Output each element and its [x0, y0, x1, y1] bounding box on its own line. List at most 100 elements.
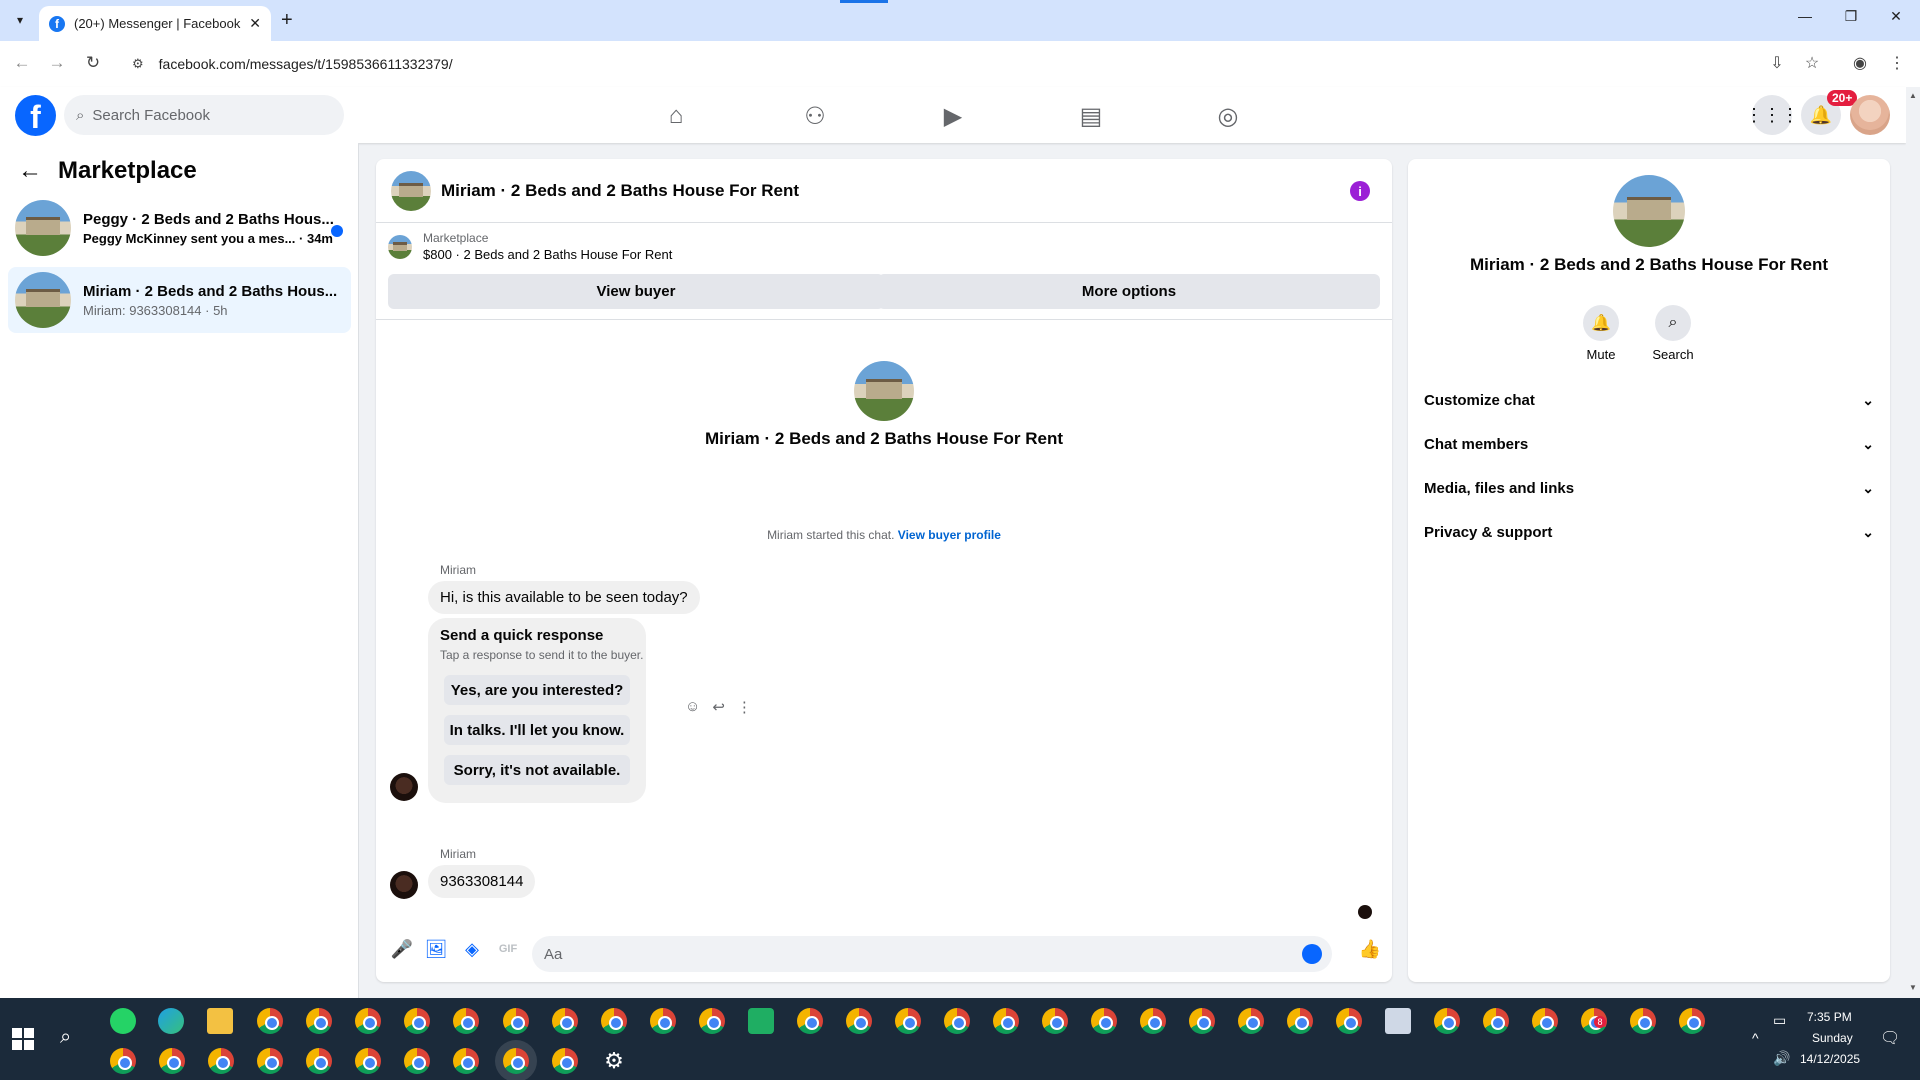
- chat-title[interactable]: Miriam · 2 Beds and 2 Baths House For Re…: [441, 181, 799, 201]
- conversation-item-peggy[interactable]: Peggy · 2 Beds and 2 Baths Hous... Peggy…: [8, 195, 351, 261]
- chrome-icon[interactable]: [601, 1008, 627, 1034]
- clock-day[interactable]: Sunday: [1812, 1031, 1853, 1045]
- wechat-icon[interactable]: [748, 1008, 774, 1034]
- clock-date[interactable]: 14/12/2025: [1800, 1052, 1860, 1066]
- conversation-info-icon[interactable]: i: [1350, 181, 1370, 201]
- profile-icon[interactable]: ◉: [1849, 53, 1871, 73]
- whatsapp-icon[interactable]: [110, 1008, 136, 1034]
- thumbs-up-icon[interactable]: 👍: [1358, 937, 1382, 961]
- taskbar-search-icon[interactable]: ⌕: [60, 1026, 71, 1049]
- minimize-icon[interactable]: —: [1793, 8, 1817, 24]
- chrome-icon[interactable]: [404, 1048, 430, 1074]
- browser-menu-icon[interactable]: ⋮: [1886, 53, 1908, 73]
- search-facebook-input[interactable]: ⌕ Search Facebook: [64, 95, 344, 135]
- back-icon[interactable]: ←: [11, 53, 33, 73]
- chat-thumbnail[interactable]: [391, 170, 431, 211]
- show-hidden-icons-chevron[interactable]: ^: [1752, 1030, 1759, 1046]
- chrome-icon[interactable]: [503, 1008, 529, 1034]
- message-bubble[interactable]: Hi, is this available to be seen today?: [428, 581, 700, 614]
- tab-close-icon[interactable]: ✕: [249, 15, 261, 32]
- chrome-icon[interactable]: [110, 1048, 136, 1074]
- section-media-files-links[interactable]: Media, files and links ⌄: [1424, 468, 1874, 508]
- chrome-icon[interactable]: [355, 1008, 381, 1034]
- chrome-icon[interactable]: [552, 1048, 578, 1074]
- conversation-item-miriam[interactable]: Miriam · 2 Beds and 2 Baths Hous... Miri…: [8, 267, 351, 333]
- network-icon[interactable]: ▭: [1773, 1012, 1786, 1029]
- chrome-icon[interactable]: [895, 1008, 921, 1034]
- chrome-icon[interactable]: [993, 1008, 1019, 1034]
- section-privacy-support[interactable]: Privacy & support ⌄: [1424, 512, 1874, 552]
- file-explorer-icon[interactable]: [207, 1008, 233, 1034]
- react-emoji-icon[interactable]: ☺: [685, 698, 700, 716]
- page-scrollbar[interactable]: ▲ ▼: [1906, 87, 1920, 998]
- edge-icon[interactable]: [158, 1008, 184, 1034]
- chrome-icon[interactable]: [404, 1008, 430, 1034]
- chrome-icon[interactable]: [1336, 1008, 1362, 1034]
- bookmark-star-icon[interactable]: ☆: [1801, 53, 1823, 73]
- marketplace-icon[interactable]: ▤: [1076, 101, 1106, 131]
- back-arrow-icon[interactable]: ←: [18, 157, 42, 185]
- facebook-logo[interactable]: f: [15, 95, 56, 136]
- new-tab-icon[interactable]: +: [281, 9, 293, 32]
- clock-time[interactable]: 7:35 PM: [1807, 1010, 1852, 1024]
- sticker-icon[interactable]: ◈: [460, 937, 484, 961]
- more-options-button[interactable]: More options: [878, 274, 1380, 309]
- chrome-icon[interactable]: [306, 1048, 332, 1074]
- chrome-icon[interactable]: [944, 1008, 970, 1034]
- chrome-icon[interactable]: [650, 1008, 676, 1034]
- site-info-icon[interactable]: ⚙: [132, 56, 144, 72]
- chrome-icon[interactable]: [1238, 1008, 1264, 1034]
- chrome-icon[interactable]: [846, 1008, 872, 1034]
- section-customize-chat[interactable]: Customize chat ⌄: [1424, 380, 1874, 420]
- chrome-icon[interactable]: [503, 1048, 529, 1074]
- more-icon[interactable]: ⋮: [737, 698, 752, 716]
- friends-icon[interactable]: ⚇: [800, 101, 830, 131]
- chrome-icon[interactable]: [257, 1008, 283, 1034]
- address-bar[interactable]: ⚙ facebook.com/messages/t/15985366113323…: [120, 47, 1786, 81]
- reply-icon[interactable]: ↩: [712, 698, 725, 716]
- scroll-down-icon[interactable]: ▼: [1909, 983, 1917, 992]
- video-icon[interactable]: ▶: [938, 101, 968, 131]
- chrome-icon[interactable]: [1042, 1008, 1068, 1034]
- restore-icon[interactable]: ❐: [1839, 8, 1863, 25]
- document-app-icon[interactable]: [1385, 1008, 1411, 1034]
- chrome-icon[interactable]: [355, 1048, 381, 1074]
- account-avatar[interactable]: [1850, 95, 1890, 135]
- listing-summary[interactable]: Marketplace $800 · 2 Beds and 2 Baths Ho…: [388, 231, 672, 262]
- chrome-icon[interactable]: [159, 1048, 185, 1074]
- windows-start-icon[interactable]: [12, 1028, 34, 1050]
- forward-icon[interactable]: →: [46, 53, 68, 73]
- chrome-icon[interactable]: [453, 1048, 479, 1074]
- chrome-icon[interactable]: [1091, 1008, 1117, 1034]
- chrome-icon[interactable]: [1532, 1008, 1558, 1034]
- gif-icon[interactable]: GIF: [496, 937, 520, 961]
- emoji-icon[interactable]: [1302, 944, 1322, 964]
- chrome-icon[interactable]: [1483, 1008, 1509, 1034]
- chrome-icon[interactable]: [699, 1008, 725, 1034]
- reload-icon[interactable]: ↻: [82, 53, 104, 73]
- quick-response-option[interactable]: In talks. I'll let you know.: [444, 715, 630, 745]
- mute-button[interactable]: 🔔 Mute: [1571, 305, 1631, 362]
- chrome-icon[interactable]: [1287, 1008, 1313, 1034]
- view-buyer-profile-link[interactable]: View buyer profile: [898, 528, 1001, 542]
- chrome-icon[interactable]: [1140, 1008, 1166, 1034]
- message-bubble[interactable]: 9363308144: [428, 865, 536, 898]
- chrome-icon[interactable]: [257, 1048, 283, 1074]
- settings-gear-icon[interactable]: ⚙: [601, 1048, 627, 1074]
- menu-grid-icon[interactable]: ⋮⋮⋮: [1745, 95, 1799, 135]
- scroll-up-icon[interactable]: ▲: [1909, 91, 1917, 100]
- sender-avatar[interactable]: [390, 773, 418, 801]
- groups-icon[interactable]: ◎: [1213, 101, 1243, 131]
- quick-response-option[interactable]: Sorry, it's not available.: [444, 755, 630, 785]
- sender-avatar[interactable]: [390, 871, 418, 899]
- chrome-icon[interactable]: [552, 1008, 578, 1034]
- microphone-icon[interactable]: 🎤: [390, 937, 414, 961]
- home-icon[interactable]: ⌂: [661, 101, 691, 131]
- chrome-icon[interactable]: [1679, 1008, 1705, 1034]
- volume-icon[interactable]: 🔊: [1773, 1050, 1790, 1067]
- browser-tab-messenger[interactable]: f (20+) Messenger | Facebook ✕: [39, 6, 271, 41]
- quick-response-option[interactable]: Yes, are you interested?: [444, 675, 630, 705]
- view-buyer-button[interactable]: View buyer: [388, 274, 884, 309]
- photo-icon[interactable]: 🖼: [424, 937, 448, 961]
- section-chat-members[interactable]: Chat members ⌄: [1424, 424, 1874, 464]
